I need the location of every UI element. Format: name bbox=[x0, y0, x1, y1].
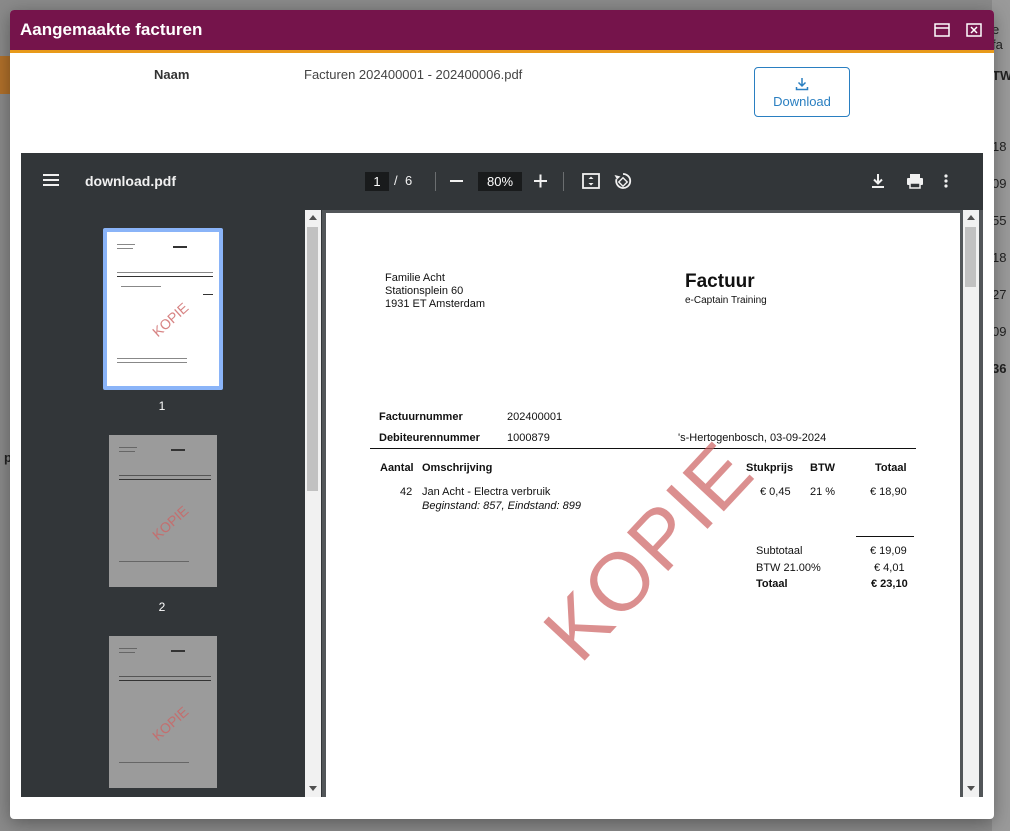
thumbnail-page[interactable]: KOPIE bbox=[109, 636, 217, 788]
background-cell: 18 bbox=[992, 250, 1007, 265]
line-detail: Beginstand: 857, Eindstand: 899 bbox=[422, 500, 582, 512]
page-total: 6 bbox=[405, 173, 413, 188]
invoice-title: Factuur bbox=[685, 271, 755, 292]
thumbnail-label: 1 bbox=[158, 399, 166, 413]
toolbar-divider bbox=[435, 172, 436, 191]
background-right-column bbox=[992, 0, 1010, 831]
invoice-number-label: Factuurnummer bbox=[379, 411, 463, 423]
divider bbox=[856, 536, 914, 537]
page-scroll-thumb[interactable] bbox=[965, 227, 976, 287]
download-icon bbox=[795, 77, 809, 90]
modal-header: Aangemaakte facturen bbox=[10, 10, 994, 53]
line-vat: 21 % bbox=[810, 486, 836, 498]
kopie-watermark: KOPIE bbox=[526, 425, 772, 678]
recipient-name: Familie Acht bbox=[385, 272, 445, 284]
thumbnail-watermark: KOPIE bbox=[149, 703, 192, 744]
invoices-modal: Aangemaakte facturen Naam Facturen 20240… bbox=[10, 10, 994, 819]
scroll-down-icon[interactable] bbox=[967, 786, 975, 791]
vat-label: BTW 21.00% bbox=[756, 562, 821, 574]
download-icon[interactable] bbox=[869, 171, 887, 196]
divider bbox=[370, 448, 916, 449]
debtor-number-label: Debiteurennummer bbox=[379, 432, 480, 444]
sidebar-scroll-thumb[interactable] bbox=[307, 227, 318, 491]
thumbnail-label: 2 bbox=[158, 600, 166, 614]
zoom-input[interactable]: 80% bbox=[478, 172, 522, 191]
column-vat: BTW bbox=[810, 462, 836, 474]
page-scrollbar[interactable] bbox=[963, 210, 979, 797]
recipient-street: Stationsplein 60 bbox=[385, 285, 464, 297]
debtor-number: 1000879 bbox=[507, 432, 550, 444]
pdf-toolbar: download.pdf 1 / 6 80% bbox=[21, 153, 983, 210]
line-amount: 42 bbox=[400, 486, 413, 498]
close-icon[interactable] bbox=[964, 20, 984, 40]
thumbnail-page[interactable]: KOPIE bbox=[109, 435, 217, 587]
scroll-down-icon[interactable] bbox=[309, 786, 317, 791]
company-name: e-Captain Training bbox=[685, 295, 767, 306]
more-options-icon[interactable] bbox=[943, 171, 949, 196]
thumbnail-page[interactable]: KOPIE bbox=[107, 232, 219, 386]
menu-icon[interactable] bbox=[43, 172, 61, 193]
line-description: Jan Acht - Electra verbruik bbox=[422, 486, 551, 498]
rotate-icon[interactable] bbox=[613, 171, 633, 196]
invoice-number: 202400001 bbox=[507, 411, 563, 423]
toolbar-divider bbox=[563, 172, 564, 191]
background-cell: 55 bbox=[992, 213, 1007, 228]
file-name: Facturen 202400001 - 202400006.pdf bbox=[304, 67, 523, 82]
modal-title: Aangemaakte facturen bbox=[20, 20, 203, 39]
pdf-title: download.pdf bbox=[85, 173, 176, 189]
background-cell: 27 bbox=[992, 287, 1007, 302]
zoom-out-icon[interactable] bbox=[449, 171, 465, 196]
total-label: Totaal bbox=[756, 578, 788, 590]
total-value: € 23,10 bbox=[871, 578, 908, 590]
background-cell: 36 bbox=[992, 361, 1007, 376]
maximize-icon[interactable] bbox=[932, 20, 952, 40]
zoom-in-icon[interactable] bbox=[533, 171, 549, 196]
thumbnail-watermark: KOPIE bbox=[149, 299, 192, 340]
page-separator: / bbox=[394, 173, 398, 188]
background-text: e fa bbox=[992, 22, 1003, 52]
fit-page-icon[interactable] bbox=[581, 171, 601, 196]
pdf-viewer: download.pdf 1 / 6 80% KOPIE 1 KOPIE 2 K… bbox=[21, 153, 983, 797]
column-description: Omschrijving bbox=[422, 462, 493, 474]
subtotal-value: € 19,09 bbox=[870, 545, 907, 557]
thumbnail-sidebar: KOPIE 1 KOPIE 2 KOPIE bbox=[21, 210, 322, 797]
background-cell: 09 bbox=[992, 176, 1007, 191]
background-cell: 09 bbox=[992, 324, 1007, 339]
column-amount: Aantal bbox=[380, 462, 414, 474]
scroll-up-icon[interactable] bbox=[967, 215, 975, 220]
vat-value: € 4,01 bbox=[874, 562, 905, 574]
thumbnail-watermark: KOPIE bbox=[149, 502, 192, 543]
pdf-page-area: Familie Acht Stationsplein 60 1931 ET Am… bbox=[322, 210, 983, 797]
background-text: TW bbox=[992, 68, 1010, 83]
print-icon[interactable] bbox=[905, 171, 925, 196]
column-total: Totaal bbox=[875, 462, 907, 474]
subtotal-label: Subtotaal bbox=[756, 545, 803, 557]
pdf-page: Familie Acht Stationsplein 60 1931 ET Am… bbox=[326, 213, 960, 797]
download-button-label: Download bbox=[773, 93, 831, 109]
line-total: € 18,90 bbox=[870, 486, 907, 498]
name-label: Naam bbox=[154, 67, 190, 82]
background-cell: 18 bbox=[992, 139, 1007, 154]
recipient-city: 1931 ET Amsterdam bbox=[385, 298, 486, 310]
page-number-input[interactable]: 1 bbox=[365, 172, 389, 191]
file-info-row: Naam Facturen 202400001 - 202400006.pdf … bbox=[10, 53, 994, 153]
scroll-up-icon[interactable] bbox=[309, 215, 317, 220]
download-button[interactable]: Download bbox=[754, 67, 850, 117]
